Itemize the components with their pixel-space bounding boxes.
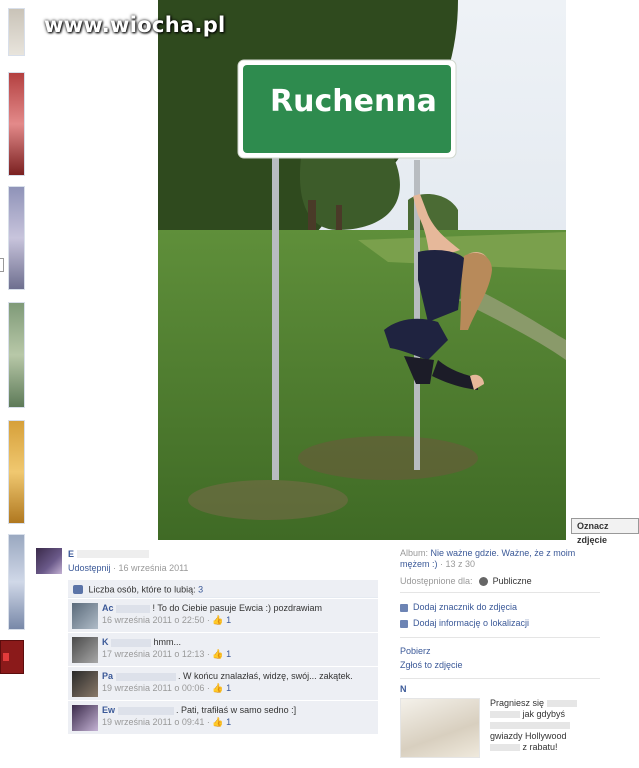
blurred-text [546, 700, 577, 708]
blurred-name [111, 638, 152, 647]
add-tag-action[interactable]: Dodaj znacznik do zdjęcia [400, 599, 600, 615]
like-icon [73, 585, 83, 595]
comment: Ew . Pati, trafiłaś w samo sedno :] 19 w… [68, 701, 378, 735]
comment-avatar[interactable] [72, 671, 98, 697]
comment-like-count[interactable]: 1 [226, 649, 231, 659]
thumbnail[interactable] [8, 8, 25, 56]
blurred-name [115, 672, 176, 681]
main-photo[interactable]: Ruchenna [158, 0, 566, 540]
likes-label: Liczba osób, które to lubią: [88, 584, 199, 595]
comment-avatar[interactable] [72, 705, 98, 731]
tag-icon [400, 603, 408, 612]
comment-text: . Pati, trafiłaś w samo sedno :] [176, 705, 297, 715]
privacy-info: Udostępnione dla: Publiczne [400, 576, 600, 587]
divider [400, 678, 600, 680]
comment-like-count[interactable]: 1 [226, 615, 231, 625]
blurred-name [117, 706, 174, 715]
ad-title[interactable]: N [400, 684, 600, 694]
comment-author[interactable]: Pa [102, 671, 113, 681]
blurred-text [490, 711, 520, 719]
comment-avatar[interactable] [72, 603, 98, 629]
comment-like-count[interactable]: 1 [226, 683, 231, 693]
sponsored-ad[interactable]: N Pragniesz się jak gdybyś gwiazdy Holly… [400, 684, 600, 764]
ad-text-line: jak gdybyś [522, 709, 566, 719]
comment-avatar[interactable] [72, 637, 98, 663]
add-location-action[interactable]: Dodaj informację o lokalizacji [400, 615, 600, 631]
comment-like-icon[interactable]: 👍 [212, 683, 223, 693]
ad-text: Pragniesz się jak gdybyś gwiazdy Hollywo… [490, 698, 600, 753]
avatar[interactable] [36, 548, 62, 574]
poster-name-blurred [77, 550, 149, 558]
comment-list: Ac ! To do Ciebie pasuje Ewcia :) pozdra… [68, 599, 378, 735]
comment: Pa . W końcu znalazłaś, widzę, swój... z… [68, 667, 378, 701]
comment-like-icon[interactable]: 👍 [212, 717, 223, 727]
album-count: · 13 z 30 [440, 559, 476, 569]
comment-date[interactable]: 16 września 2011 o 22:50 [102, 615, 204, 625]
globe-icon [479, 577, 489, 587]
comment: Ac ! To do Ciebie pasuje Ewcia :) pozdra… [68, 599, 378, 633]
poster-avatar[interactable] [36, 548, 62, 574]
thumbnail[interactable] [8, 302, 25, 408]
shared-label: Udostępnione dla: [400, 576, 473, 586]
thumbnail[interactable] [8, 72, 25, 176]
post-meta: Udostępnij · 16 września 2011 [68, 563, 188, 573]
share-link[interactable]: Udostępnij [68, 563, 111, 573]
comment-text: hmm... [153, 637, 182, 647]
blurred-text [490, 722, 570, 730]
comment-date[interactable]: 19 września 2011 o 09:41 [102, 717, 204, 727]
post-date: · 16 września 2011 [113, 563, 189, 573]
likes-count[interactable]: 3 [198, 585, 203, 595]
sign-text: Ruchenna [270, 84, 437, 119]
comment-like-icon[interactable]: 👍 [212, 649, 223, 659]
add-location-label[interactable]: Dodaj informację o lokalizacji [413, 618, 529, 628]
privacy-value[interactable]: Publiczne [493, 576, 532, 586]
divider [400, 592, 600, 594]
comment-text: ! To do Ciebie pasuje Ewcia :) pozdrawia… [152, 603, 322, 613]
thumbnail[interactable] [8, 186, 25, 290]
watermark: www.wiocha.pl [44, 13, 226, 37]
thumbnail[interactable] [8, 420, 25, 524]
poster-name[interactable]: E [68, 549, 74, 559]
scroll-handle[interactable] [0, 258, 4, 272]
comment-author[interactable]: Ew [102, 705, 115, 715]
add-tag-label[interactable]: Dodaj znacznik do zdjęcia [413, 602, 517, 612]
divider [400, 637, 600, 639]
blurred-text [490, 744, 520, 752]
comment-author[interactable]: K [102, 637, 109, 647]
blurred-name [116, 604, 151, 613]
download-link[interactable]: Pobierz [400, 644, 600, 658]
album-label: Album: [400, 548, 431, 558]
photo-info-sidebar: Album: Nie ważne gdzie. Ważne, że z moim… [400, 548, 600, 685]
notification-badge[interactable] [0, 640, 24, 674]
report-link[interactable]: Zgłoś to zdjęcie [400, 658, 600, 672]
comment-text: . W końcu znalazłaś, widzę, swój... zaką… [178, 671, 353, 681]
album-info: Album: Nie ważne gdzie. Ważne, że z moim… [400, 548, 600, 570]
comment: K hmm... 17 września 2011 o 12:13 · 👍 1 [68, 633, 378, 667]
left-thumbnail-strip [0, 0, 26, 768]
likes-summary: Liczba osób, które to lubią: 3 [68, 580, 378, 598]
ad-text-line: gwiazdy Hollywood [490, 731, 567, 741]
thumbnail[interactable] [8, 534, 25, 630]
comment-date[interactable]: 17 września 2011 o 12:13 [102, 649, 204, 659]
comment-like-count[interactable]: 1 [226, 717, 231, 727]
comment-like-icon[interactable]: 👍 [212, 615, 223, 625]
ad-image[interactable] [400, 698, 480, 758]
ad-text-line: z rabatu! [522, 742, 558, 752]
comment-author[interactable]: Ac [102, 603, 114, 613]
comment-date[interactable]: 19 września 2011 o 00:06 [102, 683, 204, 693]
location-pin-icon [400, 619, 408, 628]
tag-photo-button[interactable]: Oznacz zdjęcie [571, 518, 639, 545]
ad-text-line: Pragniesz się [490, 698, 545, 708]
photo-viewer: Ruchenna www.wiocha.pl Oznacz zdjęcie [26, 0, 639, 545]
